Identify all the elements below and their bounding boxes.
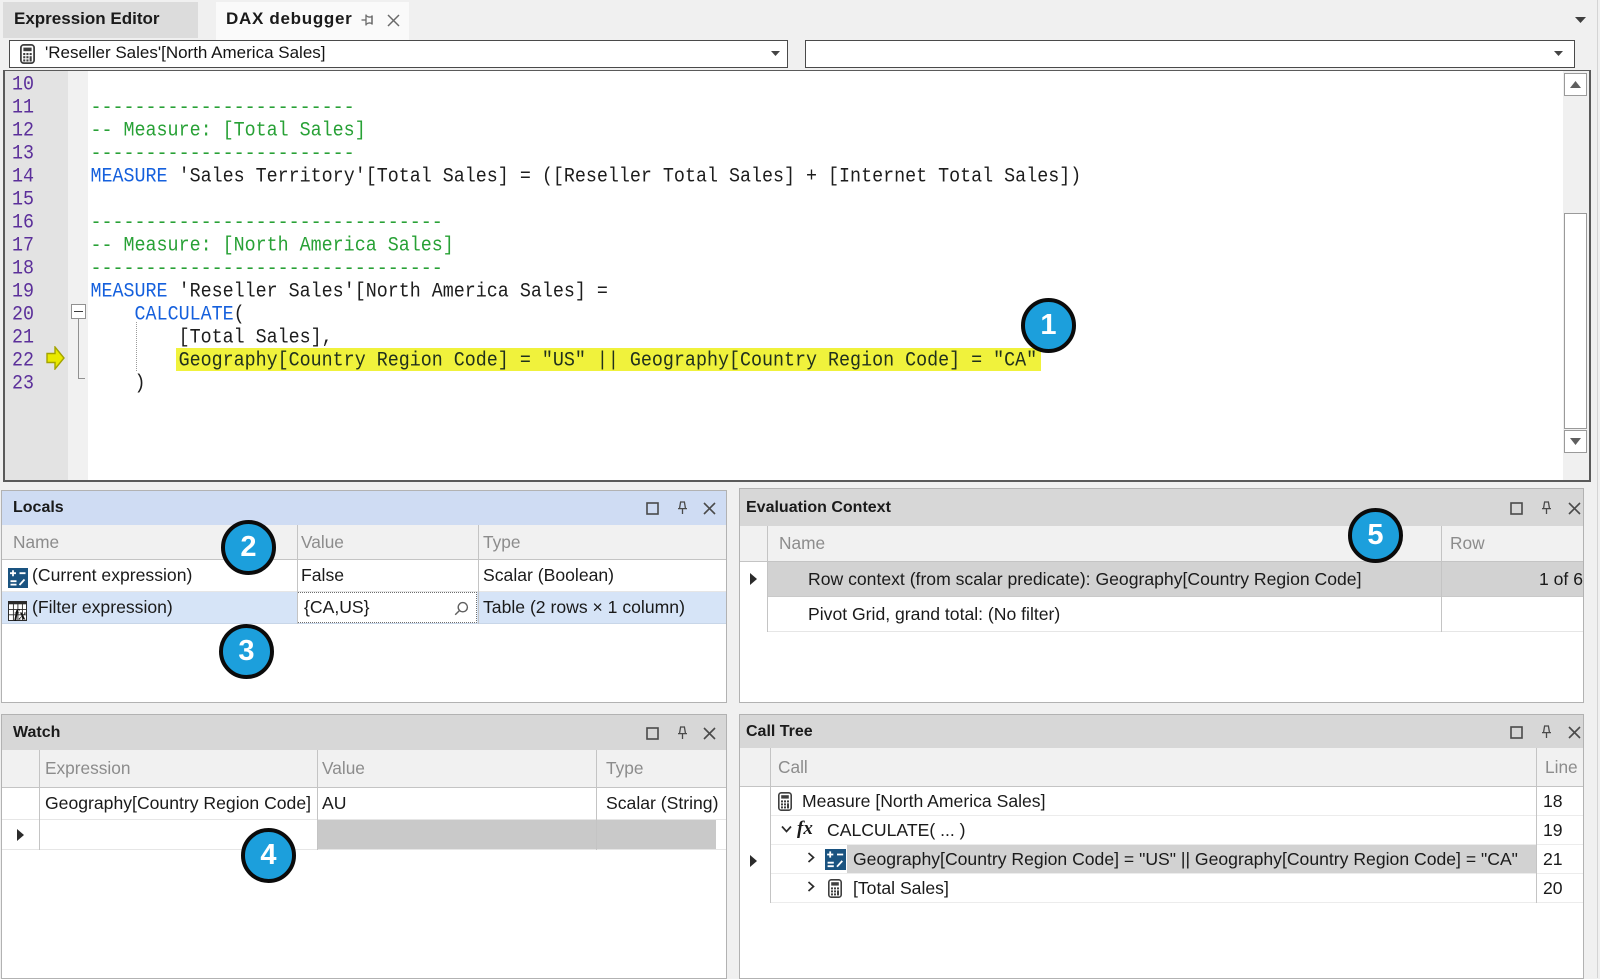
svg-text:fx: fx bbox=[14, 608, 26, 621]
